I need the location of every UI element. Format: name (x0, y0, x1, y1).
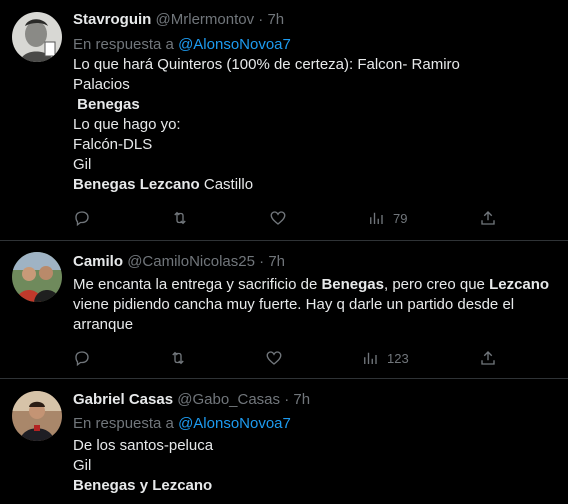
text-line: Gil (73, 156, 92, 173)
text-line: Lo que hará Quinteros (100% de certeza):… (73, 56, 460, 73)
text-segment: Me encanta la entrega y sacrificio de (73, 276, 322, 293)
mention-link[interactable]: @AlonsoNovoa7 (178, 36, 291, 53)
reply-context: En respuesta a @AlonsoNovoa7 (73, 35, 291, 55)
text-line: arranque (73, 316, 134, 333)
text-line: Castillo (199, 176, 254, 193)
user-handle[interactable]: @CamiloNicolas25 (127, 253, 255, 270)
display-name[interactable]: Gabriel Casas (73, 391, 173, 408)
text-line: Gil (73, 457, 92, 474)
tweet-stavroguin[interactable]: Stavroguin @Mrlermontov · 7h En respuest… (0, 0, 568, 240)
avatar[interactable] (12, 252, 62, 302)
views-count: 123 (387, 350, 409, 366)
timestamp[interactable]: 7h (268, 253, 285, 270)
reply-prefix: En respuesta a (73, 415, 174, 432)
user-handle[interactable]: @Mrlermontov (156, 11, 255, 28)
text-line: Lo que hago yo: (73, 116, 181, 133)
tweet-camilo[interactable]: Camilo @CamiloNicolas25 · 7h Me encanta … (0, 241, 568, 378)
avatar[interactable] (12, 12, 62, 62)
user-handle[interactable]: @Gabo_Casas (177, 391, 280, 408)
reply-button[interactable] (73, 208, 91, 228)
retweet-button[interactable] (169, 348, 187, 368)
like-button[interactable] (265, 348, 283, 368)
tweet-gabriel-casas[interactable]: Gabriel Casas @Gabo_Casas · 7h En respue… (0, 379, 568, 504)
views-button[interactable]: 79 (367, 208, 407, 228)
text-line-bold: Benegas (73, 96, 140, 113)
share-icon (481, 211, 495, 225)
share-button[interactable] (479, 348, 497, 368)
text-line: De los santos-peluca (73, 437, 214, 454)
display-name[interactable]: Camilo (73, 253, 123, 270)
action-bar: 123 (73, 348, 513, 368)
text-segment-bold: Lezcano (489, 276, 550, 293)
text-line-bold: Benegas y Lezcano (73, 477, 213, 494)
text-line: Palacios (73, 76, 130, 93)
share-icon (481, 351, 495, 365)
reply-context: En respuesta a @AlonsoNovoa7 (73, 414, 291, 434)
share-button[interactable] (479, 208, 497, 228)
avatar[interactable] (12, 391, 62, 441)
reply-prefix: En respuesta a (73, 36, 174, 53)
like-icon (266, 351, 282, 365)
retweet-icon (174, 211, 186, 225)
text-line: viene pidiendo cancha muy fuerte. Hay q … (73, 296, 515, 313)
like-icon (270, 211, 286, 225)
text-line-bold: Benegas Lezcano (73, 176, 200, 193)
mention-link[interactable]: @AlonsoNovoa7 (178, 415, 291, 432)
reply-icon (75, 211, 89, 227)
timestamp[interactable]: 7h (267, 11, 284, 28)
tweet-text: De los santos-peluca Gil Benegas y Lezca… (73, 436, 561, 496)
reply-icon (75, 351, 89, 367)
separator-dot: · (259, 253, 265, 270)
like-button[interactable] (269, 208, 287, 228)
retweet-button[interactable] (171, 208, 189, 228)
tweet-text: Me encanta la entrega y sacrificio de Be… (73, 275, 561, 335)
separator-dot: · (284, 391, 290, 408)
separator-dot: · (258, 11, 264, 28)
views-count: 79 (393, 210, 408, 226)
text-segment: , pero creo que (384, 276, 490, 293)
text-line: Falcón-DLS (73, 136, 153, 153)
display-name[interactable]: Stavroguin (73, 11, 151, 28)
retweet-icon (172, 351, 184, 365)
text-segment-bold: Benegas (321, 276, 384, 293)
reply-button[interactable] (73, 348, 91, 368)
views-icon (364, 352, 377, 364)
timestamp[interactable]: 7h (293, 391, 310, 408)
views-button[interactable]: 123 (361, 348, 409, 368)
action-bar: 79 (73, 208, 513, 228)
views-icon (370, 212, 383, 224)
tweet-text: Lo que hará Quinteros (100% de certeza):… (73, 55, 561, 195)
